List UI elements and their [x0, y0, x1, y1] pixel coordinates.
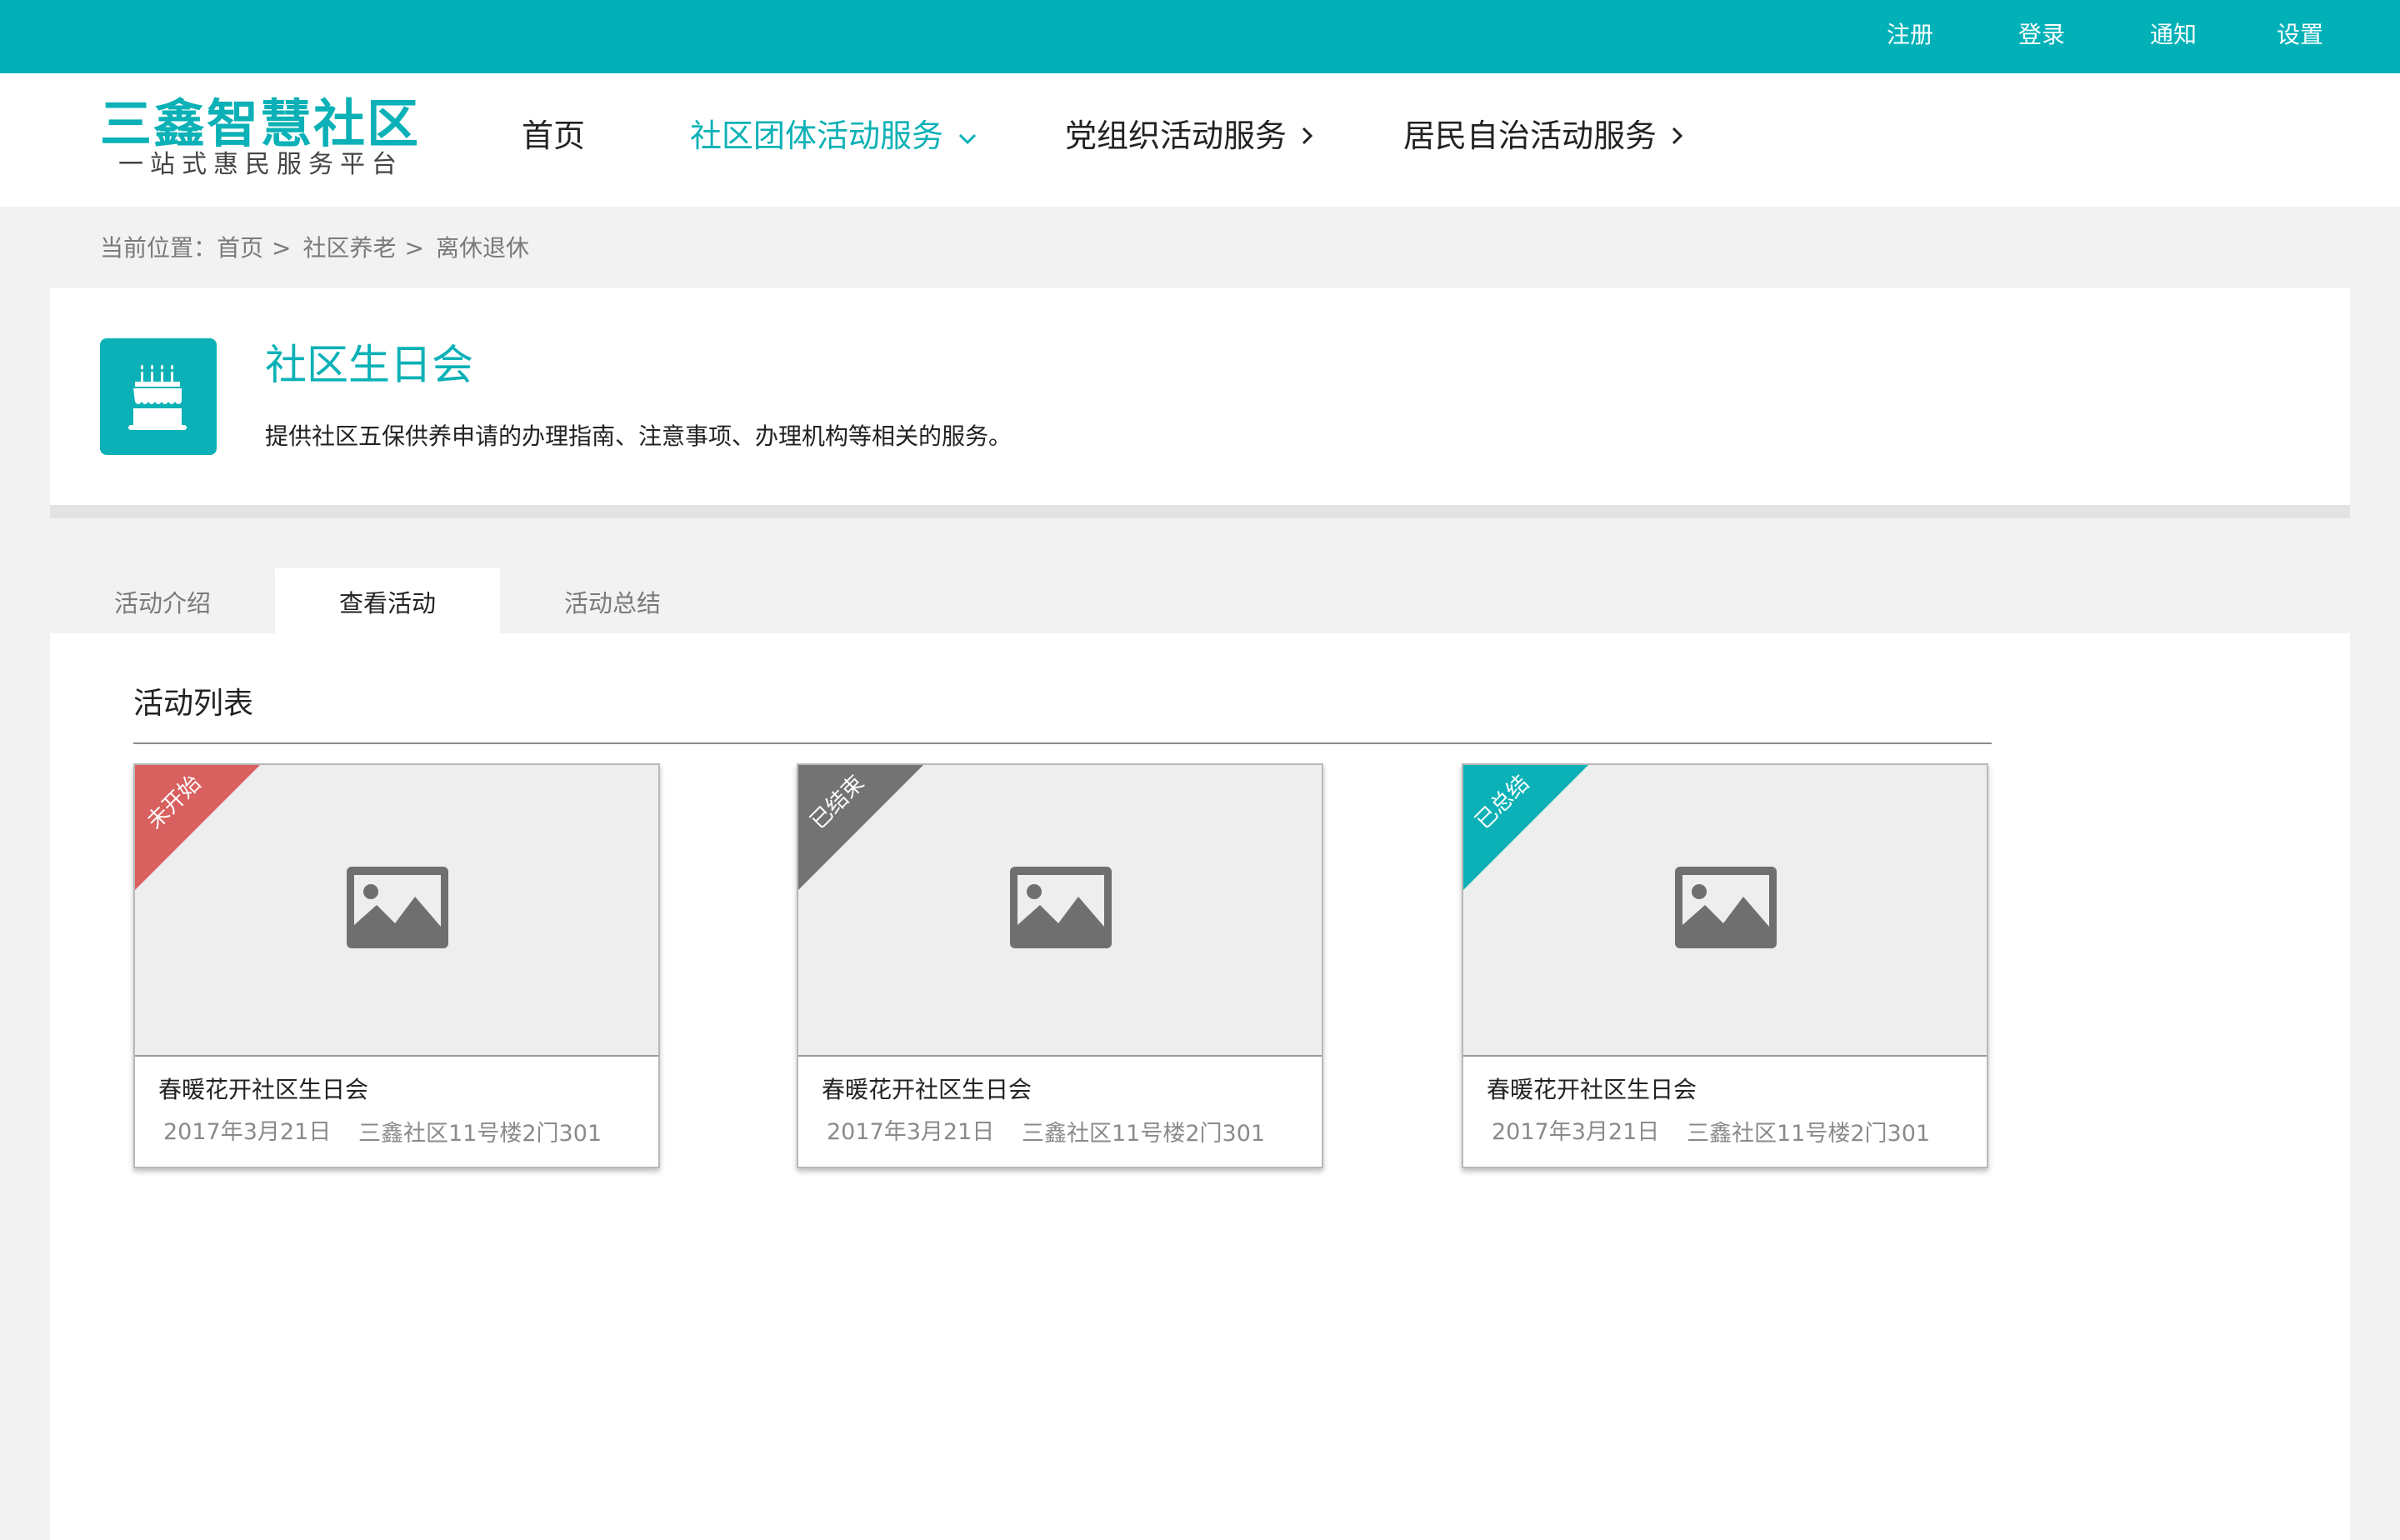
image-placeholder-icon: [1010, 867, 1112, 948]
settings-link[interactable]: 设置: [2277, 17, 2323, 53]
breadcrumb-item-home[interactable]: 首页: [217, 234, 263, 262]
top-bar: 注册 登录 通知 设置: [0, 0, 2400, 73]
activity-address: 三鑫社区11号楼2门301: [358, 1121, 602, 1147]
breadcrumb-prefix: 当前位置：: [100, 234, 218, 262]
image-placeholder-icon: [347, 867, 448, 948]
tab-activity-summary[interactable]: 活动总结: [500, 568, 725, 633]
birthday-cake-icon: [100, 338, 217, 455]
logo-title: 三鑫智慧社区: [100, 93, 421, 154]
activity-date: 2017年3月21日: [1492, 1119, 1660, 1145]
activity-date: 2017年3月21日: [827, 1119, 995, 1145]
activity-address: 三鑫社区11号楼2门301: [1687, 1121, 1931, 1147]
activity-card[interactable]: 已总结 春暖花开社区生日会 2017年3月21日 三鑫社区11号楼2门301: [1462, 763, 1988, 1168]
activity-address: 三鑫社区11号楼2门301: [1022, 1121, 1266, 1147]
nav-item-community-group-activities[interactable]: 社区团体活动服务: [690, 115, 977, 158]
activity-list-panel: 活动列表 未开始 春暖花开社区生日会 2017年3月21日 三鑫社区11号楼2门…: [50, 633, 2350, 1540]
activity-title: 春暖花开社区生日会: [1487, 1076, 1698, 1103]
login-link[interactable]: 登录: [2018, 17, 2065, 53]
chevron-down-icon: [958, 122, 977, 152]
nav-item-label: 首页: [522, 118, 586, 154]
logo-subtitle: 一站式惠民服务平台: [118, 150, 403, 179]
activity-title: 春暖花开社区生日会: [822, 1076, 1032, 1103]
nav-item-home[interactable]: 首页: [522, 115, 585, 157]
activity-title: 春暖花开社区生日会: [158, 1076, 369, 1103]
chevron-right-icon: [1302, 122, 1313, 152]
service-title: 社区生日会: [265, 341, 473, 389]
divider: [133, 742, 1992, 744]
service-description: 提供社区五保供养申请的办理指南、注意事项、办理机构等相关的服务。: [265, 422, 1012, 450]
nav-item-label: 居民自治活动服务: [1403, 118, 1658, 154]
breadcrumb-separator: >: [404, 234, 424, 262]
service-header: 社区生日会 提供社区五保供养申请的办理指南、注意事项、办理机构等相关的服务。: [50, 288, 2350, 505]
activity-tabs: 活动介绍 查看活动 活动总结: [50, 568, 2350, 633]
chevron-right-icon: [1672, 122, 1683, 152]
main-navbar: 三鑫智慧社区 一站式惠民服务平台 首页 社区团体活动服务 党组织活动服务 居民自…: [0, 73, 2400, 207]
register-link[interactable]: 注册: [1887, 17, 1933, 53]
breadcrumb-separator: >: [272, 234, 292, 262]
tab-activity-intro[interactable]: 活动介绍: [50, 568, 275, 633]
breadcrumb-item-retirement: 离休退休: [435, 234, 529, 262]
nav-item-party-organization-activities[interactable]: 党组织活动服务: [1065, 115, 1313, 158]
divider: [50, 505, 2350, 518]
activity-card[interactable]: 未开始 春暖花开社区生日会 2017年3月21日 三鑫社区11号楼2门301: [133, 763, 660, 1168]
notifications-link[interactable]: 通知: [2150, 17, 2197, 53]
breadcrumb: 当前位置：首页 > 社区养老 > 离休退休: [100, 232, 529, 265]
nav-item-label: 党组织活动服务: [1065, 118, 1288, 154]
tab-view-activities[interactable]: 查看活动: [275, 568, 500, 633]
activity-card[interactable]: 已结束 春暖花开社区生日会 2017年3月21日 三鑫社区11号楼2门301: [797, 763, 1323, 1168]
nav-item-label: 社区团体活动服务: [690, 118, 944, 154]
breadcrumb-item-community-elderly-care[interactable]: 社区养老: [303, 234, 397, 262]
activity-date: 2017年3月21日: [163, 1119, 332, 1145]
section-title: 活动列表: [133, 687, 254, 721]
image-placeholder-icon: [1675, 867, 1777, 948]
nav-item-resident-autonomy-activities[interactable]: 居民自治活动服务: [1403, 115, 1683, 158]
